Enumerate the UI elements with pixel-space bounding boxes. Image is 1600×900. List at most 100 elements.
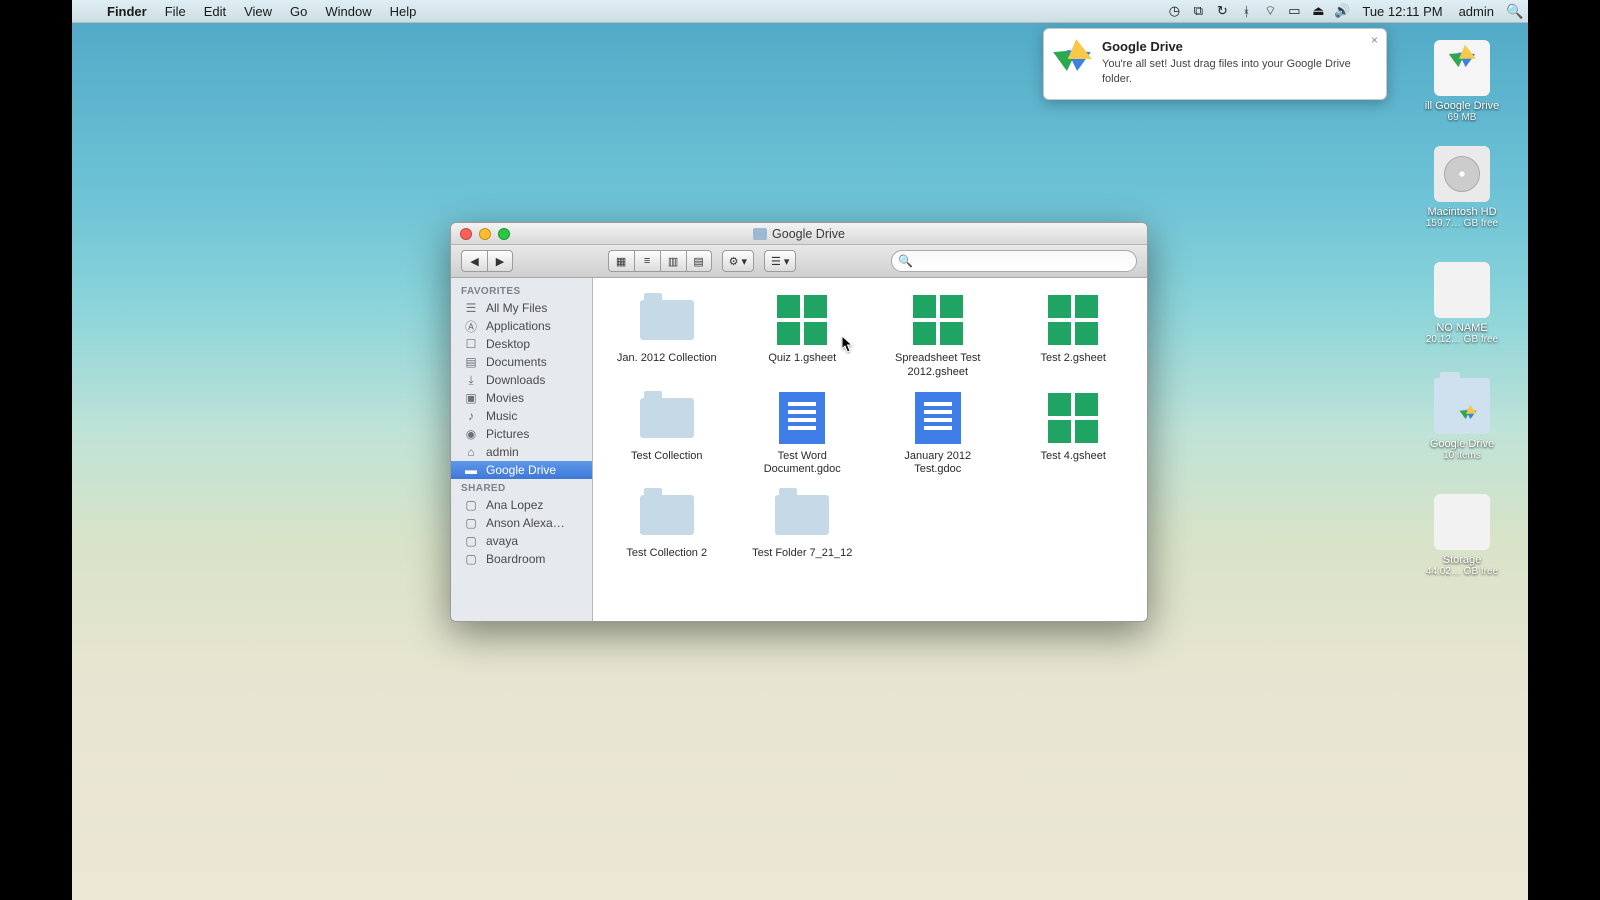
sidebar-item-label: Ana Lopez (486, 498, 543, 512)
file-label: Test Folder 7_21_12 (752, 547, 852, 561)
title-folder-icon (753, 228, 767, 240)
sidebar-header-favorites: FAVORITES (451, 282, 592, 299)
nav-back-button[interactable]: ◀ (461, 250, 487, 272)
sidebar-item-all-my-files[interactable]: ☰All My Files (451, 299, 592, 317)
menu-extra-icon[interactable]: ◷ (1162, 3, 1186, 19)
bluetooth-icon[interactable]: ᚼ (1234, 4, 1258, 19)
sidebar-shared-boardroom[interactable]: ▢Boardroom (451, 550, 592, 568)
file-item[interactable]: January 2012 Test.gdoc (872, 388, 1004, 480)
chevron-down-icon: ▾ (784, 255, 790, 268)
screen-record-icon[interactable]: ⧉ (1186, 3, 1210, 19)
sidebar-downloads-icon: ⤓ (463, 373, 479, 387)
desktop-icon-sub: 159.7… GB free (1418, 218, 1506, 229)
volume-icon[interactable]: 🔊 (1330, 3, 1354, 19)
sidebar-item-movies[interactable]: ▣ Movies (451, 389, 592, 407)
desktop-icon-sub: 20.12… GB free (1418, 334, 1506, 345)
sidebar-computer-icon: ▢ (463, 498, 479, 512)
menu-window[interactable]: Window (316, 4, 380, 19)
sidebar-shared-anson-alexa-[interactable]: ▢Anson Alexa… (451, 514, 592, 532)
display-icon[interactable]: ▭ (1282, 3, 1306, 19)
menu-edit[interactable]: Edit (195, 4, 235, 19)
desktop-icon-label: ill Google Drive (1418, 100, 1506, 112)
gdoc-icon (779, 392, 825, 444)
desktop-icon-label: Google Drive (1418, 438, 1506, 450)
sidebar-folder-icon: ▬ (463, 463, 479, 477)
arrange-icon: ☰ (771, 255, 781, 268)
view-column-button[interactable]: ▥ (660, 250, 686, 272)
folder-icon (640, 300, 694, 340)
view-coverflow-button[interactable]: ▤ (686, 250, 712, 272)
sidebar-shared-ana-lopez[interactable]: ▢ Ana Lopez (451, 496, 592, 514)
menu-go[interactable]: Go (281, 4, 316, 19)
menu-view[interactable]: View (235, 4, 281, 19)
arrange-menu-button[interactable]: ☰▾ (764, 250, 796, 272)
file-item[interactable]: Test Collection (601, 388, 733, 480)
menu-file[interactable]: File (156, 4, 195, 19)
sidebar-item-documents[interactable]: ▤Documents (451, 353, 592, 371)
file-label: Quiz 1.gsheet (768, 352, 836, 366)
sidebar-movies-icon: ▣ (463, 391, 479, 405)
file-item[interactable]: Test 4.gsheet (1008, 388, 1140, 480)
nav-forward-button[interactable]: ▶ (487, 250, 513, 272)
sidebar-item-label: Boardroom (486, 552, 545, 566)
window-titlebar[interactable]: Google Drive (451, 223, 1147, 245)
desktop-icon-sub: 69 MB (1418, 112, 1506, 123)
desktop-icon-google-drive-folder[interactable]: Google Drive 10 items (1418, 378, 1506, 461)
file-label: Test 2.gsheet (1041, 352, 1106, 366)
wifi-icon[interactable]: ⌔ (1258, 3, 1282, 19)
file-label: Test 4.gsheet (1041, 450, 1106, 464)
window-close-button[interactable] (460, 228, 472, 240)
google-drive-logo-icon (1054, 39, 1092, 73)
window-zoom-button[interactable] (498, 228, 510, 240)
menu-help[interactable]: Help (381, 4, 426, 19)
sidebar-item-google-drive[interactable]: ▬ Google Drive (451, 461, 592, 479)
file-item[interactable]: Test Collection 2 (601, 485, 733, 563)
file-item[interactable]: Quiz 1.gsheet (737, 290, 869, 382)
eject-icon[interactable]: ⏏ (1306, 3, 1330, 19)
view-list-button[interactable]: ≡ (634, 250, 660, 272)
finder-sidebar[interactable]: FAVORITES ☰All My FilesⒶApplications☐Des… (451, 278, 593, 621)
view-icon-button[interactable]: ▦ (608, 250, 634, 272)
menubar-clock[interactable]: Tue 12:11 PM (1354, 4, 1450, 19)
folder-icon (640, 398, 694, 438)
desktop-icon-sub: 44.02… GB free (1418, 566, 1506, 577)
app-name[interactable]: Finder (98, 4, 156, 19)
sidebar-item-applications[interactable]: ⒶApplications (451, 317, 592, 335)
desktop-icon-macintosh-hd[interactable]: Macintosh HD 159.7… GB free (1418, 146, 1506, 229)
gsheet-icon (913, 295, 963, 345)
file-item[interactable]: Test 2.gsheet (1008, 290, 1140, 382)
folder-icon (775, 495, 829, 535)
file-item[interactable]: Test Folder 7_21_12 (737, 485, 869, 563)
finder-content-area[interactable]: Jan. 2012 Collection Quiz 1.gsheet Spreads… (593, 278, 1147, 621)
sidebar-item-label: Google Drive (486, 463, 556, 477)
desktop-icon-no-name[interactable]: NO NAME 20.12… GB free (1418, 262, 1506, 345)
sidebar-item-admin[interactable]: ⌂admin (451, 443, 592, 461)
window-minimize-button[interactable] (479, 228, 491, 240)
sidebar-item-downloads[interactable]: ⤓Downloads (451, 371, 592, 389)
action-menu-button[interactable]: ⚙▾ (722, 250, 754, 272)
menubar-user[interactable]: admin (1451, 4, 1502, 19)
sidebar-item-label: Movies (486, 391, 524, 405)
spotlight-icon[interactable]: 🔍 (1502, 3, 1528, 20)
notification-close-icon[interactable]: × (1371, 33, 1378, 47)
search-input[interactable] (891, 250, 1137, 272)
file-item[interactable]: Jan. 2012 Collection (601, 290, 733, 382)
desktop-icon-storage[interactable]: Storage 44.02… GB free (1418, 494, 1506, 577)
sidebar-item-desktop[interactable]: ☐Desktop (451, 335, 592, 353)
file-label: Test Collection 2 (626, 547, 707, 561)
sidebar-item-label: Anson Alexa… (486, 516, 565, 530)
sidebar-music-icon: ♪ (463, 409, 479, 423)
gsheet-icon (777, 295, 827, 345)
desktop-icon-gdrive-app[interactable]: ill Google Drive 69 MB (1418, 32, 1506, 123)
time-machine-icon[interactable]: ↻ (1210, 3, 1234, 19)
file-item[interactable]: Spreadsheet Test 2012.gsheet (872, 290, 1004, 382)
view-switcher: ▦ ≡ ▥ ▤ (608, 250, 712, 272)
sidebar-header-shared: SHARED (451, 479, 592, 496)
nav-back-forward: ◀ ▶ (461, 250, 513, 272)
sidebar-item-pictures[interactable]: ◉Pictures (451, 425, 592, 443)
notification-toast[interactable]: × Google Drive You're all set! Just drag… (1043, 28, 1387, 100)
file-item[interactable]: Test Word Document.gdoc (737, 388, 869, 480)
sidebar-item-music[interactable]: ♪Music (451, 407, 592, 425)
sidebar-shared-avaya[interactable]: ▢avaya (451, 532, 592, 550)
gear-icon: ⚙ (729, 255, 739, 268)
